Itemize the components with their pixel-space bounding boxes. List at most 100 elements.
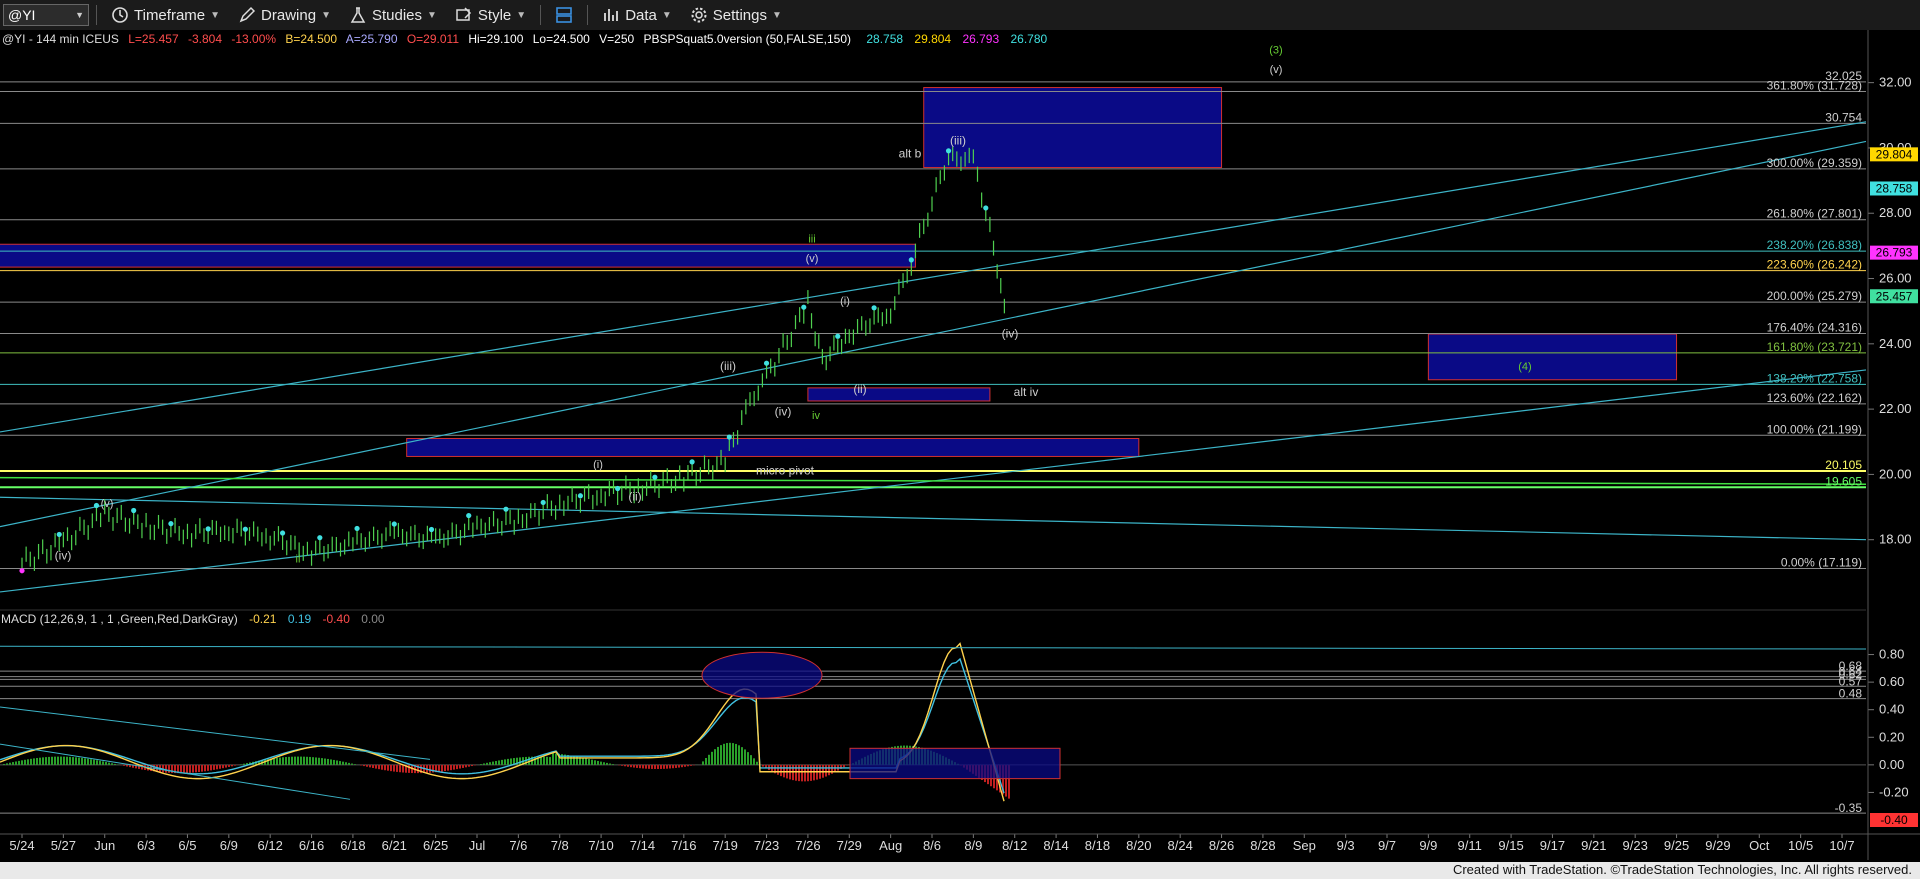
study-value-2: 29.804 xyxy=(914,32,951,46)
timeframe-label: Timeframe xyxy=(134,6,206,24)
wave-label: (3) xyxy=(1269,44,1282,56)
price-tick-label: 18.00 xyxy=(1879,532,1912,547)
chevron-down-icon: ▼ xyxy=(516,9,527,21)
date-tick-label: 7/8 xyxy=(551,838,569,853)
swing-marker xyxy=(317,535,323,541)
date-tick-label: 6/18 xyxy=(340,838,365,853)
target-zone xyxy=(807,387,991,402)
swing-marker xyxy=(540,499,546,506)
date-tick-label: 6/21 xyxy=(382,838,407,853)
wave-label: alt b xyxy=(899,147,922,161)
ask-price: A=25.790 xyxy=(346,32,398,46)
date-tick-label: 5/27 xyxy=(51,838,76,853)
date-tick-label: 7/6 xyxy=(509,838,527,853)
wave-label: iii xyxy=(808,234,815,246)
macd-tick-label: -0.20 xyxy=(1879,784,1909,799)
toolbar-separator xyxy=(540,5,542,25)
price-tick-label: 22.00 xyxy=(1879,401,1912,416)
date-tick-label: 7/19 xyxy=(713,838,738,853)
pct-change: -13.00% xyxy=(231,32,276,46)
studies-label: Studies xyxy=(371,6,423,24)
net-change: -3.804 xyxy=(188,32,222,46)
chevron-down-icon: ▼ xyxy=(661,9,672,21)
style-button[interactable]: Style ▼ xyxy=(448,3,533,27)
macd-tick-label: 0.40 xyxy=(1879,702,1904,717)
macd-value-1: -0.21 xyxy=(249,612,277,626)
macd-tick-label: 0.80 xyxy=(1879,647,1904,662)
wave-label: (4) xyxy=(1518,361,1531,373)
chevron-down-icon: ▼ xyxy=(427,9,437,21)
date-tick-label: 7/10 xyxy=(588,838,613,853)
swing-marker xyxy=(689,459,695,465)
macd-value-4: 0.00 xyxy=(361,612,385,626)
price-tick-label: 28.00 xyxy=(1879,205,1912,220)
panes-icon xyxy=(556,7,572,23)
fib-level-label: 300.00% (29.359) xyxy=(1767,156,1862,170)
wave-label: (iii) xyxy=(950,134,966,148)
fib-level-label: 100.00% (21.199) xyxy=(1767,422,1862,436)
wave-label: micro pivot xyxy=(756,463,815,477)
layout-button[interactable] xyxy=(548,3,580,27)
date-tick-label: 9/9 xyxy=(1419,838,1437,853)
date-tick-label: 8/18 xyxy=(1085,838,1110,853)
study-value-1: 28.758 xyxy=(866,32,903,46)
swing-marker xyxy=(835,333,841,339)
swing-marker xyxy=(354,525,360,532)
swing-marker xyxy=(56,531,62,538)
fib-level-label: 0.00% (17.119) xyxy=(1781,555,1862,569)
fib-level-label: 176.40% (24.316) xyxy=(1767,321,1862,335)
target-zone xyxy=(1427,333,1678,381)
date-tick-label: 10/5 xyxy=(1788,838,1813,853)
wave-label: ii xyxy=(296,554,301,566)
macd-title: MACD (12,26,9, 1 , 1 ,Green,Red,DarkGray… xyxy=(1,612,238,626)
high-price: Hi=29.100 xyxy=(468,32,523,46)
date-tick-label: 7/26 xyxy=(795,838,820,853)
chevron-down-icon: ▼ xyxy=(321,9,331,21)
swing-marker xyxy=(983,205,989,211)
drawing-label: Drawing xyxy=(261,6,317,24)
date-tick-label: 8/12 xyxy=(1002,838,1027,853)
swing-marker xyxy=(945,148,952,154)
wave-label: (iv) xyxy=(55,548,72,562)
fib-level-label: 238.20% (26.838) xyxy=(1767,238,1862,252)
drawing-button[interactable]: Drawing ▼ xyxy=(231,3,338,27)
date-tick-label: 9/23 xyxy=(1623,838,1648,853)
target-zone xyxy=(923,87,1223,169)
swing-marker xyxy=(428,526,435,533)
study-value-3: 26.793 xyxy=(962,32,999,46)
macd-tick-label: 0.00 xyxy=(1879,757,1904,772)
date-tick-label: Jul xyxy=(469,838,486,853)
symbol-selector[interactable]: @YI ▼ xyxy=(3,4,89,26)
symbol-info: @YI - 144 min ICEUS xyxy=(2,32,119,46)
date-tick-label: 6/9 xyxy=(220,838,238,853)
chevron-down-icon: ▼ xyxy=(75,10,84,20)
volume: V=250 xyxy=(599,32,634,46)
study-value-4: 26.780 xyxy=(1010,32,1047,46)
price-tick-label: 20.00 xyxy=(1879,466,1912,481)
wave-label: (i) xyxy=(593,459,603,471)
timeframe-button[interactable]: Timeframe ▼ xyxy=(104,3,227,27)
date-tick-label: 7/14 xyxy=(630,838,655,853)
swing-marker xyxy=(391,521,397,527)
date-tick-label: 6/5 xyxy=(178,838,196,853)
flask-icon xyxy=(350,7,366,23)
date-tick-label: 9/25 xyxy=(1664,838,1689,853)
price-badge: 29.804 xyxy=(1876,147,1913,161)
data-button[interactable]: Data ▼ xyxy=(595,3,679,27)
price-chart[interactable]: 0.800.600.400.200.00-0.200.680.640.620.5… xyxy=(0,30,1920,862)
fib-level-label: 32.025 xyxy=(1825,69,1862,83)
swing-marker xyxy=(168,521,174,527)
price-badge: 26.793 xyxy=(1876,246,1913,260)
macd-level-label: -0.35 xyxy=(1835,801,1863,815)
svg-text:MACD (12,26,9, 1 , 1 ,Green,Re: MACD (12,26,9, 1 , 1 ,Green,Red,DarkGray… xyxy=(1,612,385,626)
price-badge: 28.758 xyxy=(1876,181,1913,195)
date-tick-label: 7/29 xyxy=(837,838,862,853)
date-tick-label: 7/23 xyxy=(754,838,779,853)
macd-tick-label: 0.60 xyxy=(1879,674,1904,689)
settings-button[interactable]: Settings ▼ xyxy=(683,3,789,27)
fib-level-label: 30.754 xyxy=(1825,110,1862,124)
fib-level-label: 19.605 xyxy=(1825,474,1862,488)
wave-label: (v) xyxy=(1270,64,1283,76)
studies-button[interactable]: Studies ▼ xyxy=(342,3,444,27)
style-label: Style xyxy=(477,6,512,24)
